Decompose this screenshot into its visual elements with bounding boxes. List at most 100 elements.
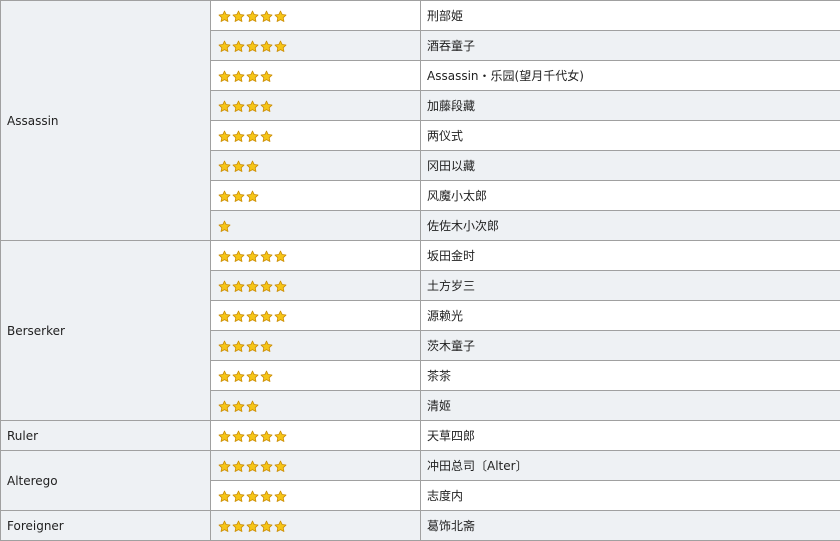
star-icon xyxy=(274,310,287,322)
servant-name-cell: 刑部姫 xyxy=(420,0,840,31)
star-icon xyxy=(246,280,259,292)
servant-name-cell: 坂田金时 xyxy=(420,240,840,271)
servant-name-cell: 风魔小太郎 xyxy=(420,180,840,211)
rarity-stars xyxy=(218,370,273,383)
servant-table: Assassin 刑部姫 酒吞童子 Assassin・乐园(望月千代女) 加藤段藏 两仪式… xyxy=(0,0,840,541)
star-icon xyxy=(218,310,231,322)
rarity-cell xyxy=(210,30,421,61)
servant-name-cell: 葛饰北斋 xyxy=(420,510,840,541)
table-row: Assassin 刑部姫 xyxy=(0,0,840,241)
star-icon xyxy=(260,130,273,142)
table-row: Alterego 冲田总司〔Alter〕 xyxy=(0,450,840,511)
servant-name-cell: Assassin・乐园(望月千代女) xyxy=(420,60,840,91)
star-icon xyxy=(274,280,287,292)
rarity-cell xyxy=(210,510,421,541)
star-icon xyxy=(260,250,273,262)
star-icon xyxy=(218,10,231,22)
rarity-stars xyxy=(218,310,287,323)
star-icon xyxy=(274,460,287,472)
star-icon xyxy=(274,250,287,262)
rarity-stars xyxy=(218,340,273,353)
star-icon xyxy=(218,490,231,502)
star-icon xyxy=(218,460,231,472)
rarity-cell xyxy=(210,330,421,361)
star-icon xyxy=(232,460,245,472)
rarity-stars xyxy=(218,220,231,233)
class-cell: Berserker xyxy=(0,240,211,421)
star-icon xyxy=(260,460,273,472)
star-icon xyxy=(232,430,245,442)
star-icon xyxy=(232,190,245,202)
star-icon xyxy=(218,190,231,202)
star-icon xyxy=(260,100,273,112)
servant-name-cell: 佐佐木小次郎 xyxy=(420,210,840,241)
rarity-stars xyxy=(218,460,287,473)
star-icon xyxy=(218,130,231,142)
star-icon xyxy=(246,190,259,202)
star-icon xyxy=(246,370,259,382)
servant-table-body: Assassin 刑部姫 酒吞童子 Assassin・乐园(望月千代女) 加藤段藏 两仪式… xyxy=(0,0,840,541)
rarity-stars xyxy=(218,40,287,53)
servant-name-cell: 源赖光 xyxy=(420,300,840,331)
rarity-cell xyxy=(210,180,421,211)
star-icon xyxy=(246,100,259,112)
star-icon xyxy=(232,10,245,22)
star-icon xyxy=(232,280,245,292)
class-cell: Foreigner xyxy=(0,510,211,541)
star-icon xyxy=(246,250,259,262)
rarity-cell xyxy=(210,390,421,421)
rarity-stars xyxy=(218,70,273,83)
star-icon xyxy=(246,400,259,412)
table-row: Berserker 坂田金时 xyxy=(0,240,840,421)
star-icon xyxy=(218,280,231,292)
star-icon xyxy=(260,310,273,322)
servant-name-cell: 酒吞童子 xyxy=(420,30,840,61)
star-icon xyxy=(232,250,245,262)
rarity-cell xyxy=(210,300,421,331)
star-icon xyxy=(218,520,231,532)
servant-name-cell: 清姬 xyxy=(420,390,840,421)
star-icon xyxy=(232,310,245,322)
rarity-cell xyxy=(210,90,421,121)
servant-name-cell: 茨木童子 xyxy=(420,330,840,361)
star-icon xyxy=(260,70,273,82)
star-icon xyxy=(218,370,231,382)
rarity-stars xyxy=(218,160,259,173)
table-row: Foreigner 葛饰北斋 xyxy=(0,510,840,541)
star-icon xyxy=(218,40,231,52)
star-icon xyxy=(232,130,245,142)
star-icon xyxy=(232,100,245,112)
servant-name-cell: 茶茶 xyxy=(420,360,840,391)
rarity-cell xyxy=(210,150,421,181)
star-icon xyxy=(260,10,273,22)
star-icon xyxy=(260,490,273,502)
star-icon xyxy=(274,40,287,52)
star-icon xyxy=(232,400,245,412)
star-icon xyxy=(246,490,259,502)
rarity-cell xyxy=(210,210,421,241)
star-icon xyxy=(218,160,231,172)
star-icon xyxy=(260,40,273,52)
rarity-stars xyxy=(218,190,259,203)
star-icon xyxy=(232,160,245,172)
rarity-cell xyxy=(210,120,421,151)
servant-name-cell: 志度内 xyxy=(420,480,840,511)
rarity-stars xyxy=(218,490,287,503)
rarity-cell xyxy=(210,450,421,481)
star-icon xyxy=(232,490,245,502)
star-icon xyxy=(232,40,245,52)
star-icon xyxy=(260,430,273,442)
star-icon xyxy=(274,490,287,502)
rarity-stars xyxy=(218,430,287,443)
star-icon xyxy=(218,220,231,232)
star-icon xyxy=(232,70,245,82)
star-icon xyxy=(246,460,259,472)
rarity-cell xyxy=(210,270,421,301)
star-icon xyxy=(246,40,259,52)
star-icon xyxy=(232,520,245,532)
servant-name-cell: 两仪式 xyxy=(420,120,840,151)
rarity-stars xyxy=(218,130,273,143)
star-icon xyxy=(218,250,231,262)
star-icon xyxy=(246,430,259,442)
rarity-stars xyxy=(218,250,287,263)
